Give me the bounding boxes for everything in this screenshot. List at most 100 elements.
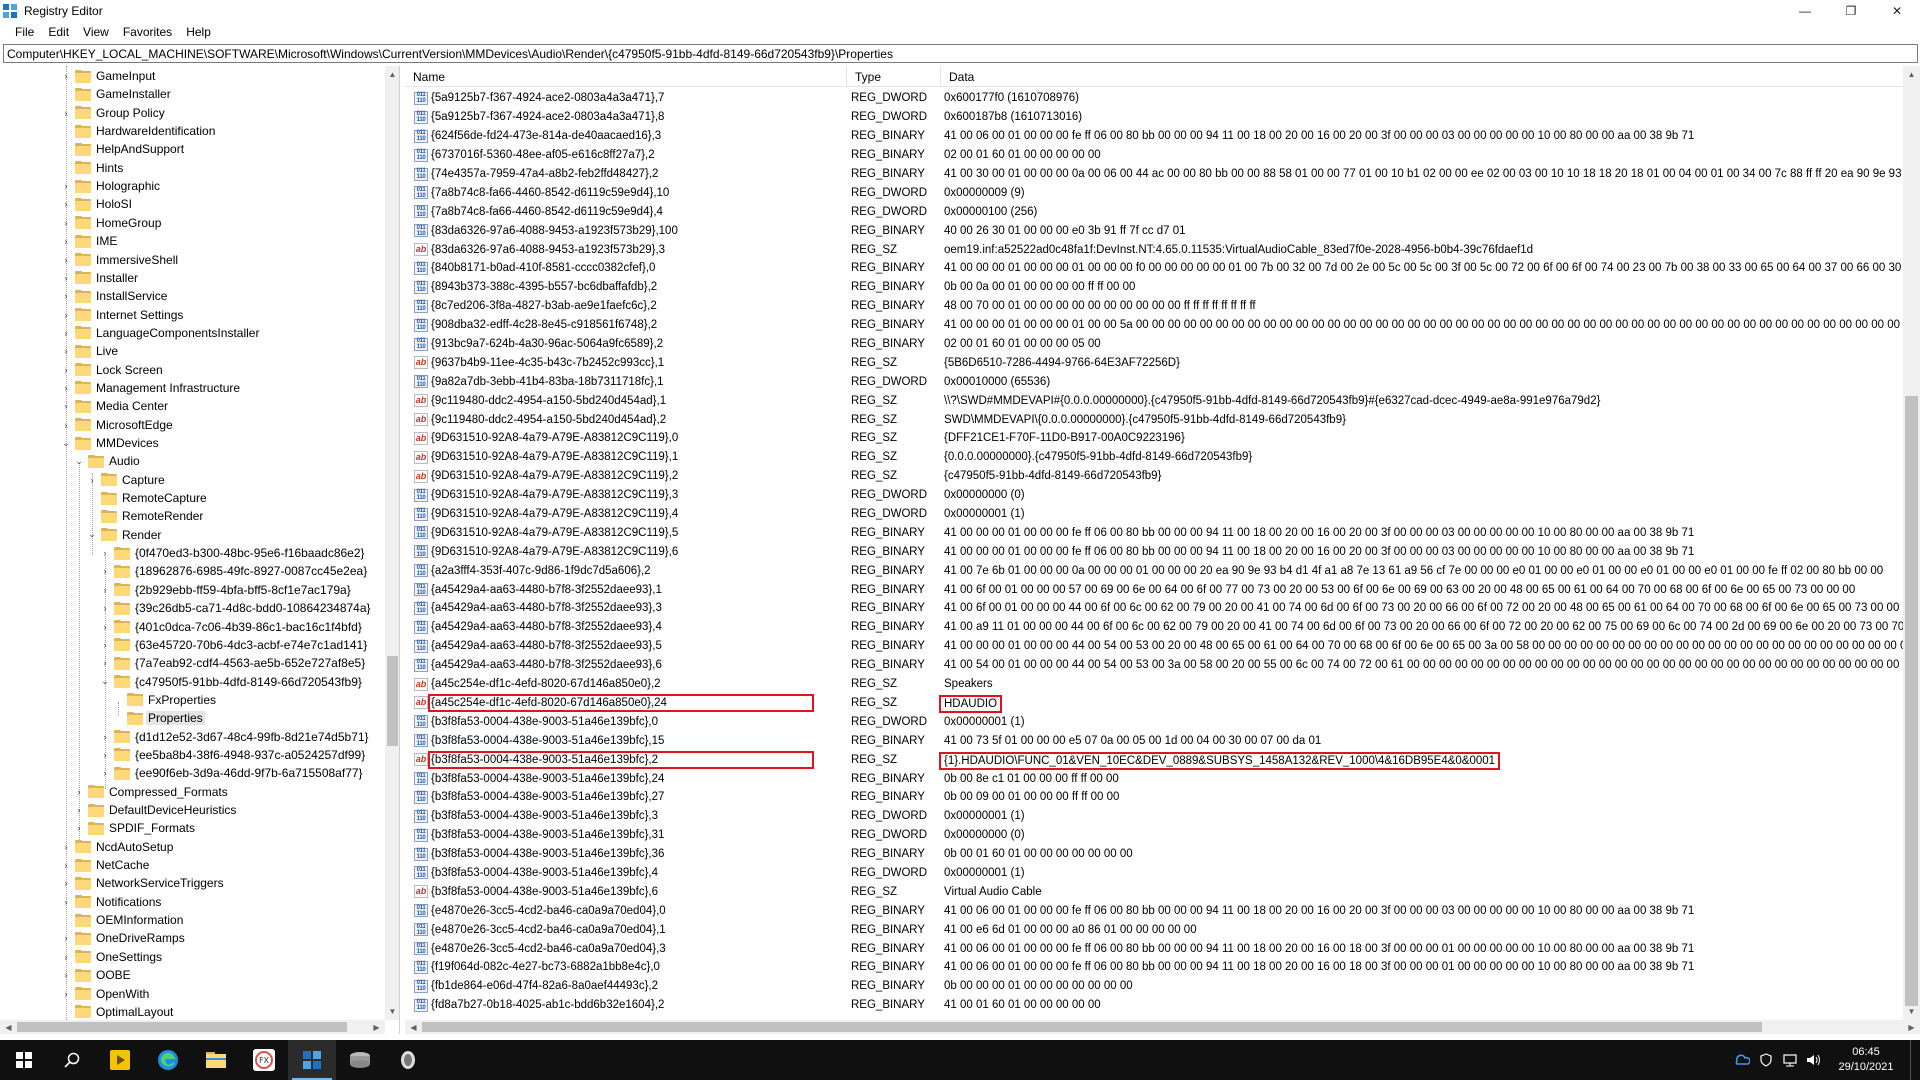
tree-node[interactable]: › HomeGroup (60, 214, 163, 232)
chevron-right-icon[interactable]: › (60, 306, 72, 324)
tree-node[interactable]: › {d1d12e52-3d67-48c4-99fb-8d21e74d5b71} (99, 728, 371, 746)
value-row[interactable]: 011 110 {b3f8fa53-0004-438e-9003-51a46e139… (405, 807, 1903, 826)
chevron-down-icon[interactable]: ⌄ (86, 526, 98, 544)
chevron-right-icon[interactable]: › (60, 195, 72, 213)
taskbar-app-disk[interactable] (336, 1040, 384, 1080)
tree-node[interactable]: › {7a7eab92-cdf4-4563-ae5b-652e727af8e5} (99, 654, 367, 672)
value-row[interactable]: 011 110 {9D631510-92A8-4a79-A79E-A83812C9C… (405, 523, 1903, 542)
taskbar-clock[interactable]: 06:45 29/10/2021 (1826, 1045, 1906, 1075)
tree-node[interactable]: › Capture (86, 471, 167, 489)
tree-node[interactable]: › {401c0dca-7c06-4b39-86c1-bac16c1f4bfd} (99, 618, 364, 636)
tree-node[interactable]: › InstallService (60, 287, 169, 305)
show-desktop-button[interactable] (1910, 1040, 1920, 1080)
tree-node[interactable]: › Lock Screen (60, 361, 165, 379)
scroll-left-arrow-icon[interactable]: ◀ (0, 1020, 17, 1034)
values-horizontal-scrollbar[interactable]: ◀ ▶ (405, 1020, 1920, 1034)
tree-node[interactable]: › OneSettings (60, 948, 164, 966)
tree-node[interactable]: › {0f470ed3-b300-48bc-95e6-f16baadc86e2} (99, 544, 367, 562)
value-row[interactable]: ab {83da6326-97a6-4088-9453-a1923f573b29}… (405, 240, 1903, 259)
chevron-right-icon[interactable]: › (60, 251, 72, 269)
tree-node[interactable]: › Media Center (60, 397, 170, 415)
value-row[interactable]: ab {b3f8fa53-0004-438e-9003-51a46e139bfc}… (405, 882, 1903, 901)
value-row[interactable]: 011 110 {a45429a4-aa63-4480-b7f8-3f2552dae… (405, 656, 1903, 675)
values-scroll-thumb[interactable] (1905, 396, 1918, 1006)
chevron-right-icon[interactable]: › (73, 783, 85, 801)
value-row[interactable]: 011 110 {b3f8fa53-0004-438e-9003-51a46e139… (405, 788, 1903, 807)
scroll-right-arrow-icon[interactable]: ▶ (368, 1020, 385, 1034)
chevron-right-icon[interactable]: › (60, 985, 72, 1003)
value-row[interactable]: 011 110 {9D631510-92A8-4a79-A79E-A83812C9C… (405, 505, 1903, 524)
chevron-right-icon[interactable]: › (99, 636, 111, 654)
value-row[interactable]: 011 110 {913bc9a7-624b-4a30-96ac-5064a9fc6… (405, 335, 1903, 354)
value-row[interactable]: 011 110 {e4870e26-3cc5-4cd2-ba46-ca0a9a70e… (405, 901, 1903, 920)
security-icon[interactable] (1754, 1040, 1778, 1080)
start-button[interactable] (0, 1040, 48, 1080)
tree-horizontal-scrollbar[interactable]: ◀ ▶ (0, 1020, 385, 1034)
menu-help[interactable]: Help (179, 25, 218, 39)
chevron-right-icon[interactable]: › (73, 819, 85, 837)
tree-node[interactable]: › Compressed_Formats (73, 783, 230, 801)
value-row[interactable]: 011 110 {6737016f-5360-48ee-af05-e616c8ff2… (405, 146, 1903, 165)
tree-node[interactable]: › Live (60, 342, 120, 360)
taskbar-app-fx[interactable]: FX (240, 1040, 288, 1080)
menu-edit[interactable]: Edit (41, 25, 76, 39)
chevron-right-icon[interactable]: › (60, 342, 72, 360)
value-row[interactable]: 011 110 {a2a3fff4-353f-407c-9d86-1f9dc7d5a… (405, 561, 1903, 580)
tree-node[interactable]: › IME (60, 232, 119, 250)
tree-node[interactable]: › Internet Settings (60, 306, 185, 324)
value-row[interactable]: 011 110 {5a9125b7-f367-4924-ace2-0803a4a3a… (405, 89, 1903, 108)
search-button[interactable] (48, 1040, 96, 1080)
tree-node[interactable]: ⌄ {c47950f5-91bb-4dfd-8149-66d720543fb9} (99, 673, 364, 691)
tree-node[interactable]: › Holographic (60, 177, 162, 195)
value-row[interactable]: 011 110 {fb1de864-e06d-47f4-82a6-8a0aef444… (405, 977, 1903, 996)
scroll-down-arrow-icon[interactable]: ▼ (1903, 1003, 1920, 1020)
chevron-right-icon[interactable]: › (99, 728, 111, 746)
chevron-right-icon[interactable]: › (60, 67, 72, 85)
tree-node[interactable]: › Group Policy (60, 104, 167, 122)
chevron-right-icon[interactable]: › (60, 966, 72, 984)
cloud-sync-icon[interactable] (1730, 1040, 1754, 1080)
tree-node[interactable]: › {ee90f6eb-3d9a-46dd-9f7b-6a715508af77} (99, 764, 365, 782)
scroll-down-arrow-icon[interactable]: ▼ (385, 1003, 399, 1020)
chevron-right-icon[interactable]: › (60, 416, 72, 434)
menu-favorites[interactable]: Favorites (116, 25, 179, 39)
chevron-down-icon[interactable]: ⌄ (60, 434, 72, 452)
scroll-right-arrow-icon[interactable]: ▶ (1903, 1020, 1920, 1034)
value-row[interactable]: 011 110 {b3f8fa53-0004-438e-9003-51a46e139… (405, 845, 1903, 864)
value-row[interactable]: 011 110 {840b8171-b0ad-410f-8581-cccc0382c… (405, 259, 1903, 278)
value-row[interactable]: ab {9D631510-92A8-4a79-A79E-A83812C9C119}… (405, 429, 1903, 448)
taskbar-app-explorer[interactable] (192, 1040, 240, 1080)
tree-node[interactable]: › OOBE (60, 966, 133, 984)
tree-node[interactable]: › NetworkServiceTriggers (60, 874, 226, 892)
value-row[interactable]: 011 110 {908dba32-edff-4c28-8e45-c918561f6… (405, 316, 1903, 335)
tree-vertical-scrollbar[interactable]: ▲ ▼ (385, 66, 399, 1020)
menu-view[interactable]: View (76, 25, 116, 39)
chevron-down-icon[interactable]: ⌄ (73, 452, 85, 470)
column-header-data[interactable]: Data (941, 66, 1903, 87)
maximize-button[interactable]: ❐ (1828, 0, 1874, 22)
chevron-right-icon[interactable]: › (86, 471, 98, 489)
value-row[interactable]: 011 110 {a45429a4-aa63-4480-b7f8-3f2552dae… (405, 599, 1903, 618)
scroll-up-arrow-icon[interactable]: ▲ (1903, 66, 1920, 83)
values-vertical-scrollbar[interactable]: ▲ ▼ (1903, 66, 1920, 1020)
value-row[interactable]: ab {9D631510-92A8-4a79-A79E-A83812C9C119}… (405, 467, 1903, 486)
chevron-right-icon[interactable]: › (60, 929, 72, 947)
chevron-right-icon[interactable]: › (99, 599, 111, 617)
column-header-name[interactable]: Name (405, 66, 847, 87)
tree-node[interactable]: › NcdAutoSetup (60, 838, 175, 856)
value-row[interactable]: 011 110 {74e4357a-7959-47a4-a8b2-feb2ffd48… (405, 165, 1903, 184)
tree-node[interactable]: › LanguageComponentsInstaller (60, 324, 261, 342)
tree-node[interactable]: FxProperties (112, 691, 218, 709)
chevron-right-icon[interactable]: › (60, 397, 72, 415)
chevron-right-icon[interactable]: › (60, 893, 72, 911)
value-row[interactable]: 011 110 {8943b373-388c-4395-b557-bc6dbaffa… (405, 278, 1903, 297)
value-row[interactable]: 011 110 {a45429a4-aa63-4480-b7f8-3f2552dae… (405, 637, 1903, 656)
chevron-right-icon[interactable]: › (99, 581, 111, 599)
value-row[interactable]: ab {a45c254e-df1c-4efd-8020-67d146a850e0}… (405, 693, 1903, 713)
value-row[interactable]: 011 110 {b3f8fa53-0004-438e-9003-51a46e139… (405, 826, 1903, 845)
values-hscroll-thumb[interactable] (422, 1022, 1762, 1032)
tree-node[interactable]: › GameInput (60, 67, 157, 85)
chevron-right-icon[interactable]: › (60, 232, 72, 250)
tree-node[interactable]: OEMInformation (60, 911, 185, 929)
value-row[interactable]: 011 110 {b3f8fa53-0004-438e-9003-51a46e139… (405, 712, 1903, 731)
